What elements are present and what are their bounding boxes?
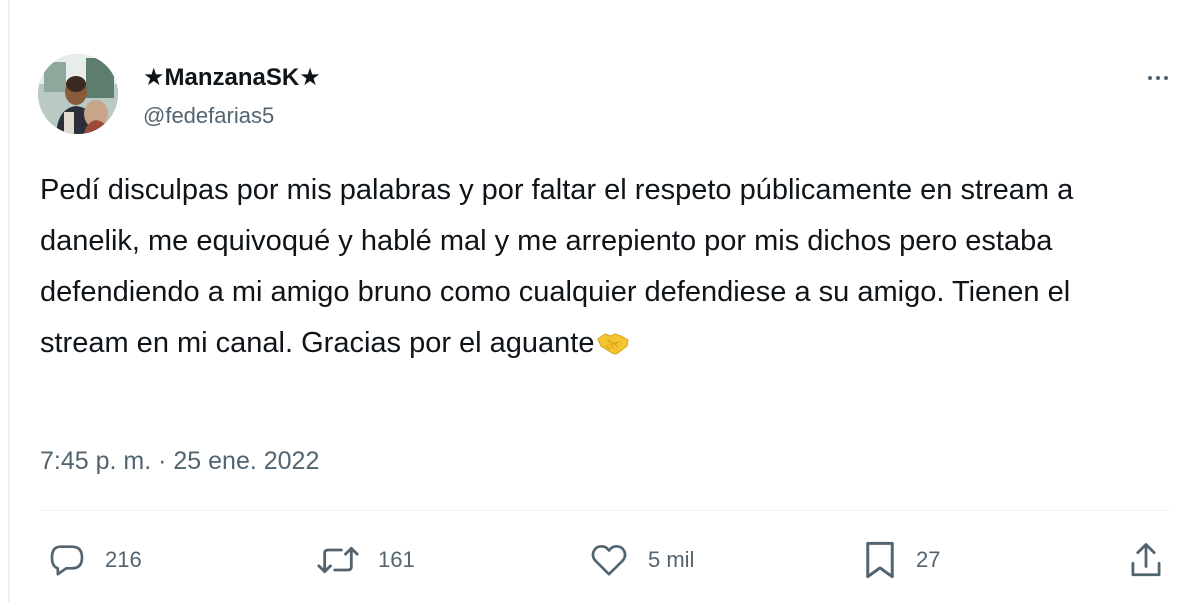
tweet-text: Pedí disculpas por mis palabras y por fa… <box>40 165 1150 369</box>
more-dot <box>1156 76 1160 80</box>
like-icon <box>591 545 627 576</box>
bookmark-count: 27 <box>916 547 941 572</box>
action-bar: 216 161 5 mil 27 <box>0 536 1200 584</box>
reply-icon <box>50 545 84 576</box>
more-dot <box>1164 76 1168 80</box>
bookmark-button[interactable]: 27 <box>862 536 940 584</box>
bookmark-icon <box>866 541 894 579</box>
tweet-card: ★ManzanaSK★ @fedefarias5 Pedí disculpas … <box>0 0 1200 602</box>
handshake-emoji-icon <box>596 322 630 355</box>
avatar[interactable] <box>38 54 118 134</box>
more-options-button[interactable] <box>1140 64 1176 92</box>
display-name[interactable]: ★ManzanaSK★ <box>143 64 321 92</box>
share-button[interactable] <box>1128 536 1164 584</box>
divider <box>40 510 1170 511</box>
like-button[interactable]: 5 mil <box>588 536 694 584</box>
more-dots-icon <box>1148 76 1152 80</box>
repost-icon <box>317 546 359 574</box>
repost-button[interactable]: 161 <box>316 536 415 584</box>
avatar-photo-icon <box>38 54 118 134</box>
share-icon <box>1131 543 1161 577</box>
tweet-body: Pedí disculpas por mis palabras y por fa… <box>40 174 1074 359</box>
repost-count: 161 <box>378 547 415 572</box>
reply-button[interactable]: 216 <box>47 536 142 584</box>
timeline-border <box>8 0 10 602</box>
tweet-timestamp[interactable]: 7:45 p. m. · 25 ene. 2022 <box>40 446 319 476</box>
like-count: 5 mil <box>648 547 695 572</box>
user-handle[interactable]: @fedefarias5 <box>143 102 274 130</box>
reply-count: 216 <box>105 547 142 572</box>
